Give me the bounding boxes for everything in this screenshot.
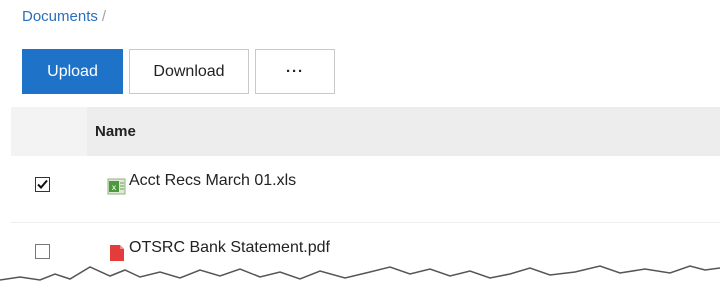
table-header: Name <box>11 107 720 156</box>
table-row[interactable]: x Acct Recs March 01.xls <box>11 156 720 223</box>
breadcrumb-separator: / <box>101 8 107 25</box>
checkmark-icon <box>37 179 48 189</box>
row-checkbox[interactable] <box>35 177 50 192</box>
breadcrumb-documents[interactable]: Documents <box>22 8 98 25</box>
torn-edge <box>0 265 720 293</box>
excel-file-icon: x <box>107 178 126 195</box>
upload-button[interactable]: Upload <box>22 49 123 94</box>
select-column-header <box>11 107 85 156</box>
download-button[interactable]: Download <box>129 49 249 94</box>
svg-text:x: x <box>112 183 117 192</box>
breadcrumb: Documents / <box>22 8 106 25</box>
toolbar: Upload Download ··· <box>22 49 335 94</box>
name-column-label: Name <box>95 123 136 140</box>
file-name-link[interactable]: Acct Recs March 01.xls <box>129 172 296 190</box>
more-actions-button[interactable]: ··· <box>255 49 335 94</box>
name-column-header[interactable]: Name <box>87 107 720 156</box>
